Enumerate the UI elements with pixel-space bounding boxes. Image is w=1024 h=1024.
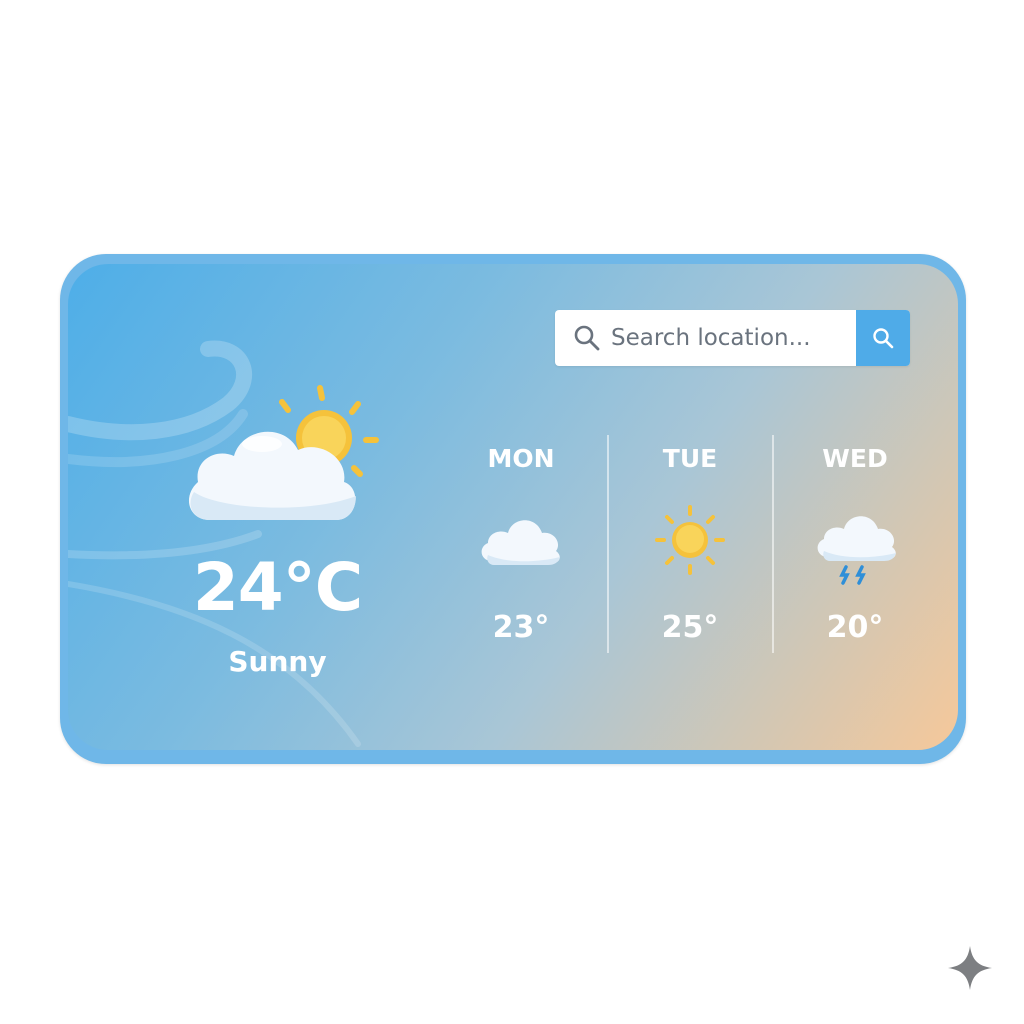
forecast-temp: 23°: [492, 610, 550, 645]
forecast-divider: [607, 435, 609, 653]
search-icon: [873, 328, 894, 349]
forecast-temp: 20°: [826, 610, 884, 645]
partly-cloudy-icon: [188, 385, 379, 520]
forecast-day-label: WED: [822, 444, 888, 473]
search-bar: [555, 310, 910, 366]
search-button[interactable]: [856, 310, 910, 366]
page: 24°C Sunny MON 23° TUE 25°: [0, 0, 1024, 1024]
search-icon: [574, 325, 600, 351]
current-condition: Sunny: [228, 645, 327, 678]
sparkle-icon: [948, 946, 992, 990]
forecast-day-label: MON: [487, 444, 555, 473]
forecast-divider: [772, 435, 774, 653]
sun-icon: [655, 505, 725, 575]
search-input[interactable]: [611, 310, 851, 366]
forecast-day-label: TUE: [662, 444, 718, 473]
forecast-temp: 25°: [661, 610, 719, 645]
current-temperature: 24°C: [192, 549, 363, 626]
rain-cloud-icon: [817, 516, 896, 585]
cloud-icon: [481, 520, 560, 565]
